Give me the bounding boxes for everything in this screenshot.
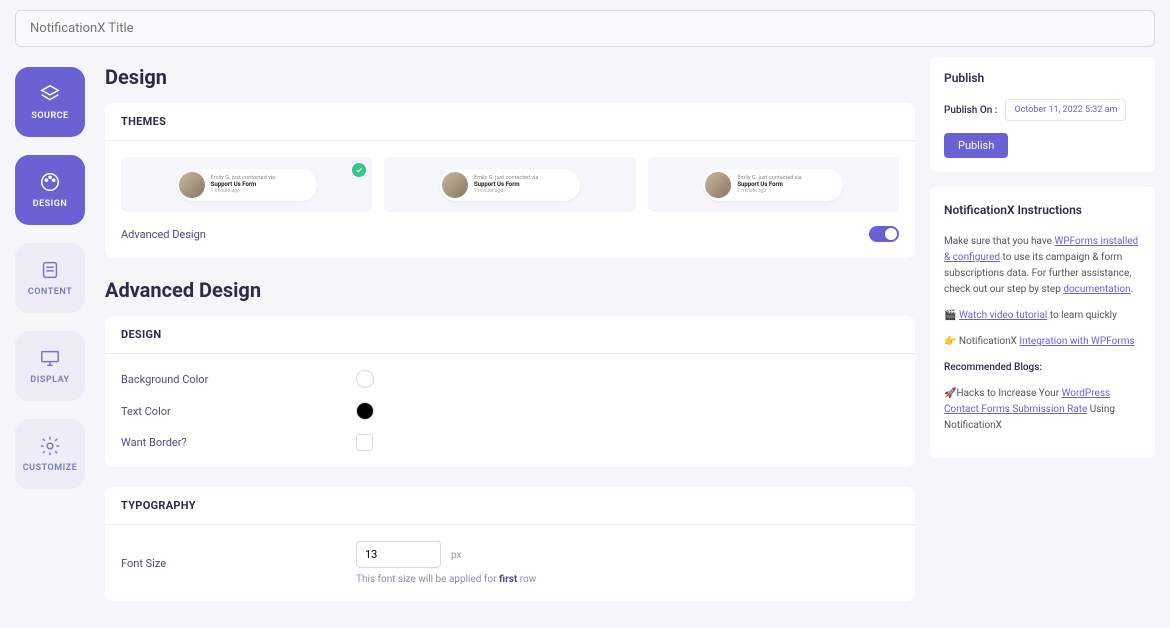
step-customize[interactable]: CUSTOMIZE: [15, 419, 85, 489]
instructions-p5: 🚀Hacks to Increase Your WordPress Contac…: [944, 386, 1141, 434]
avatar: [442, 172, 468, 198]
publish-panel: Publish Publish On : October 11, 2022 5:…: [930, 57, 1155, 172]
bg-color-label: Background Color: [121, 373, 356, 386]
step-source[interactable]: SOURCE: [15, 67, 85, 137]
instructions-p1: Make sure that you have WPForms installe…: [944, 234, 1141, 298]
step-label: CUSTOMIZE: [23, 463, 77, 473]
font-size-unit: px: [451, 550, 462, 561]
theme-option-1[interactable]: Emily G. just contacted via Support Us F…: [121, 157, 372, 212]
step-label: CONTENT: [28, 287, 72, 297]
theme-option-3[interactable]: Emily G. just contacted via Support Us F…: [648, 157, 899, 212]
instructions-panel: NotificationX Instructions Make sure tha…: [930, 187, 1155, 458]
instructions-p3: 👉 NotificationX Integration with WPForms: [944, 334, 1141, 350]
themes-section-title: THEMES: [105, 103, 915, 141]
documentation-link[interactable]: documentation: [1063, 284, 1130, 295]
design-section-title: DESIGN: [105, 316, 915, 354]
design-settings-card: DESIGN Background Color Text Color Want …: [105, 316, 915, 467]
theme-option-2[interactable]: Emily G. just contacted via Support Us F…: [384, 157, 635, 212]
palette-icon: [39, 171, 61, 193]
document-icon: [39, 259, 61, 281]
publish-button[interactable]: Publish: [944, 133, 1008, 158]
font-size-input[interactable]: [356, 541, 441, 568]
layers-icon: [39, 83, 61, 105]
typography-card: TYPOGRAPHY Font Size px This font size w…: [105, 487, 915, 601]
instructions-title: NotificationX Instructions: [944, 201, 1141, 220]
wizard-steps: SOURCE DESIGN CONTENT DISPLAY CUSTOMIZE: [15, 57, 85, 621]
typography-section-title: TYPOGRAPHY: [105, 487, 915, 525]
step-label: DESIGN: [33, 199, 68, 209]
step-label: SOURCE: [31, 111, 68, 121]
step-content[interactable]: CONTENT: [15, 243, 85, 313]
instructions-p2: 🎬 Watch video tutorial to learn quickly: [944, 308, 1141, 324]
theme-preview: Emily G. just contacted via Support Us F…: [440, 169, 580, 201]
text-color-label: Text Color: [121, 405, 356, 418]
bg-color-swatch[interactable]: [356, 370, 374, 388]
monitor-icon: [39, 347, 61, 369]
selected-check-icon: [352, 163, 366, 177]
publish-on-label: Publish On :: [944, 105, 997, 116]
avatar: [179, 172, 205, 198]
font-size-label: Font Size: [121, 557, 356, 570]
step-design[interactable]: DESIGN: [15, 155, 85, 225]
publish-title: Publish: [944, 71, 1141, 85]
theme-preview: Emily G. just contacted via Support Us F…: [703, 169, 843, 201]
notification-title-input[interactable]: [15, 10, 1155, 47]
step-display[interactable]: DISPLAY: [15, 331, 85, 401]
integration-link[interactable]: Integration with WPForms: [1019, 336, 1134, 347]
text-color-swatch[interactable]: [356, 402, 374, 420]
design-heading: Design: [105, 65, 915, 89]
step-label: DISPLAY: [30, 375, 69, 385]
want-border-label: Want Border?: [121, 436, 356, 449]
font-size-hint: This font size will be applied for first…: [356, 574, 536, 585]
instructions-p4: Recommended Blogs:: [944, 360, 1141, 376]
avatar: [705, 172, 731, 198]
advanced-design-toggle[interactable]: [869, 226, 899, 242]
theme-preview: Emily G. just contacted via Support Us F…: [177, 169, 317, 201]
advanced-design-label: Advanced Design: [121, 228, 206, 241]
advanced-design-heading: Advanced Design: [105, 278, 915, 302]
themes-card: THEMES Emily G. just contacted via Suppo…: [105, 103, 915, 258]
publish-date-picker[interactable]: October 11, 2022 5:32 am: [1005, 99, 1126, 121]
gear-icon: [39, 435, 61, 457]
video-tutorial-link[interactable]: Watch video tutorial: [959, 310, 1047, 321]
want-border-checkbox[interactable]: [356, 434, 373, 451]
